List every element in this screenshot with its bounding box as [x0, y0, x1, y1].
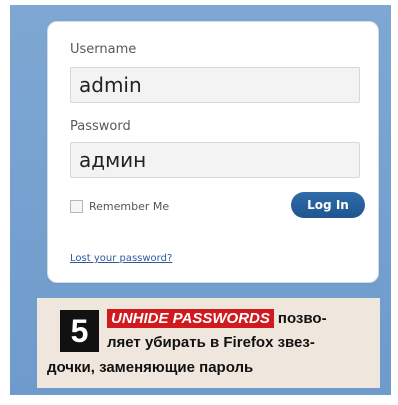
remember-checkbox[interactable] — [70, 199, 83, 213]
remember-me[interactable]: Remember Me — [70, 197, 169, 215]
caption-line3: дочки, заменяющие пароль — [47, 359, 254, 376]
lost-password-link[interactable]: Lost your password? — [70, 253, 172, 264]
caption-line2: ляет убирать в Firefox звез- — [107, 334, 315, 351]
username-label: Username — [70, 42, 137, 57]
screenshot-frame: Username admin Password админ Remember M… — [10, 5, 391, 395]
login-card: Username admin Password админ Remember M… — [47, 21, 379, 283]
caption-line1-rest: позво- — [277, 310, 327, 327]
caption-tag: UNHIDE PASSWORDS — [107, 309, 274, 328]
caption-number: 5 — [60, 310, 99, 352]
username-field[interactable]: admin — [70, 67, 360, 103]
password-label: Password — [70, 119, 131, 134]
login-button[interactable]: Log In — [291, 192, 365, 218]
password-field[interactable]: админ — [70, 142, 360, 178]
caption-box: 5 UNHIDE PASSWORDS позво- ляет убирать в … — [37, 298, 380, 388]
remember-label: Remember Me — [89, 199, 170, 213]
caption-line1: UNHIDE PASSWORDS позво- — [107, 309, 327, 328]
